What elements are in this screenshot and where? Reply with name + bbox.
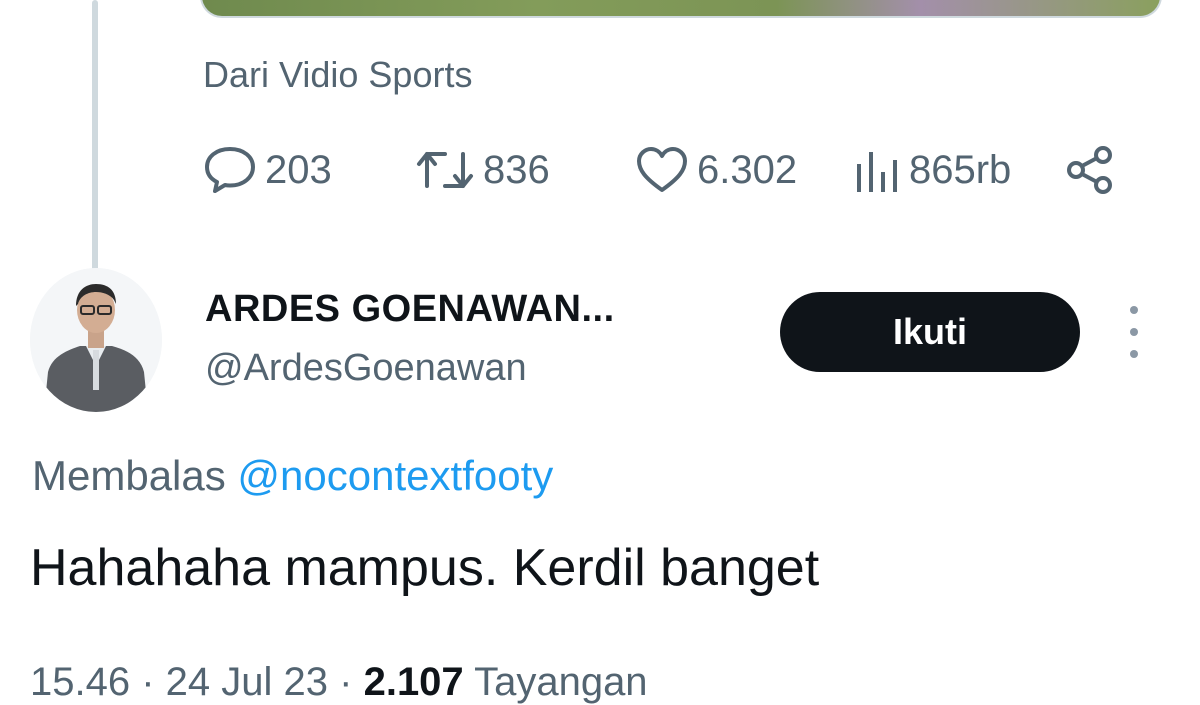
media-source-label: Dari Vidio Sports xyxy=(203,54,473,95)
more-dot xyxy=(1130,350,1138,358)
views-count: 865rb xyxy=(909,147,1012,192)
views-icon xyxy=(857,152,897,192)
reply-count: 203 xyxy=(265,147,332,192)
repost-count: 836 xyxy=(483,147,550,192)
tweet-date[interactable]: 24 Jul 23 xyxy=(166,660,328,704)
like-icon xyxy=(637,147,687,192)
like-action[interactable]: 6.302 xyxy=(635,140,797,200)
reply-icon xyxy=(205,147,255,193)
author-name[interactable]: ARDES GOENAWAN... xyxy=(205,288,615,331)
thread-connector-line xyxy=(92,0,98,272)
share-icon xyxy=(1067,146,1112,194)
share-action[interactable] xyxy=(1065,140,1115,200)
more-dot xyxy=(1130,306,1138,314)
like-count: 6.302 xyxy=(697,147,798,192)
views-action[interactable]: 865rb xyxy=(855,140,1011,200)
follow-button[interactable]: Ikuti xyxy=(780,292,1080,372)
replying-to-mention[interactable]: @nocontextfooty xyxy=(237,452,553,499)
media-card-bottom[interactable] xyxy=(200,0,1162,18)
tweet-action-bar: 203 836 6.302 865rb xyxy=(203,140,1123,200)
avatar-photo xyxy=(30,268,162,412)
more-dot xyxy=(1130,328,1138,336)
tweet-meta-line: 15.46 · 24 Jul 23 · 2.107 Tayangan xyxy=(30,660,648,705)
author-handle[interactable]: @ArdesGoenawan xyxy=(205,347,527,390)
meta-separator: · xyxy=(339,660,364,704)
author-avatar[interactable] xyxy=(30,268,162,412)
tweet-views-count: 2.107 xyxy=(363,660,464,704)
more-options-icon[interactable] xyxy=(1122,306,1146,358)
tweet-views-label: Tayangan xyxy=(474,660,648,704)
reply-action[interactable]: 203 xyxy=(203,140,332,200)
repost-icon xyxy=(417,152,473,188)
replying-to-prefix: Membalas xyxy=(32,452,226,499)
tweet-time[interactable]: 15.46 xyxy=(30,660,130,704)
tweet-text: Hahahaha mampus. Kerdil banget xyxy=(30,539,820,597)
repost-action[interactable]: 836 xyxy=(415,140,550,200)
replying-to-line: Membalas @nocontextfooty xyxy=(32,452,553,500)
meta-separator: · xyxy=(141,660,166,704)
